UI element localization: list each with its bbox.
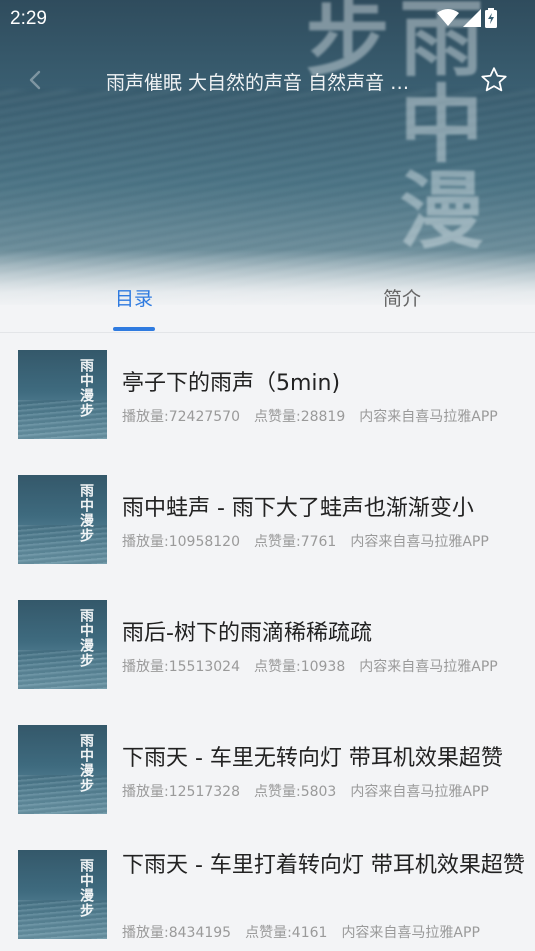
status-time: 2:29 [10,8,47,29]
thumbnail-text: 雨中漫步 [78,858,94,918]
track-title: 雨后-树下的雨滴稀稀疏疏 [122,621,372,646]
track-item[interactable]: 雨中漫步 下雨天 - 车里打着转向灯 带耳机效果超赞 播放量:8434195 点赞… [0,832,535,951]
page-title: 雨声催眠 大自然的声音 自然声音 … [106,72,410,94]
play-count: 播放量:8434195 [122,925,232,941]
thumbnail-text: 雨中漫步 [78,733,94,793]
header-cover-background: 雨中漫步 [0,0,535,305]
status-icons [437,8,497,28]
track-thumbnail: 雨中漫步 [18,350,107,439]
track-meta: 播放量:72427570 点赞量:28819 内容来自喜马拉雅APP [122,406,512,426]
tab-catalog[interactable]: 目录 [92,284,176,311]
play-count: 播放量:12517328 [122,784,240,800]
like-count: 点赞量:7761 [253,534,337,550]
play-count: 播放量:15513024 [122,659,240,675]
content-source: 内容来自喜马拉雅APP [341,925,480,941]
content-source: 内容来自喜马拉雅APP [359,659,498,675]
tab-bar: 目录 简介 [0,268,535,333]
screen: 雨中漫步 2:29 雨声催眠 大自然的声音 自然声音 … 目录 简介 雨中漫步 … [0,0,535,951]
top-nav: 雨声催眠 大自然的声音 自然声音 … [0,52,535,106]
track-thumbnail: 雨中漫步 [18,475,107,564]
content-source: 内容来自喜马拉雅APP [350,534,489,550]
status-bar: 2:29 [0,0,535,38]
content-source: 内容来自喜马拉雅APP [359,409,498,425]
track-meta: 播放量:12517328 点赞量:5803 内容来自喜马拉雅APP [122,781,503,801]
track-item[interactable]: 雨中漫步 雨中蛙声 - 雨下大了蛙声也渐渐变小 播放量:10958120 点赞量:… [0,457,535,582]
battery-icon [485,8,497,28]
like-count: 点赞量:28819 [253,409,346,425]
tab-active-indicator [113,327,155,331]
track-thumbnail: 雨中漫步 [18,725,107,814]
track-meta: 播放量:15513024 点赞量:10938 内容来自喜马拉雅APP [122,656,512,676]
arrow-left-icon [29,70,41,90]
content-source: 内容来自喜马拉雅APP [350,784,489,800]
signal-icon [463,9,481,27]
thumbnail-text: 雨中漫步 [78,358,94,418]
wifi-icon [437,9,459,26]
play-count: 播放量:72427570 [122,409,240,425]
track-meta: 播放量:8434195 点赞量:4161 内容来自喜马拉雅APP [122,922,494,942]
thumbnail-text: 雨中漫步 [78,608,94,668]
track-title: 雨中蛙声 - 雨下大了蛙声也渐渐变小 [122,496,474,521]
tab-intro[interactable]: 简介 [360,284,444,311]
track-title: 下雨天 - 车里无转向灯 带耳机效果超赞 [122,746,503,771]
track-title: 下雨天 - 车里打着转向灯 带耳机效果超赞 [122,853,525,878]
track-meta: 播放量:10958120 点赞量:7761 内容来自喜马拉雅APP [122,531,503,551]
track-item[interactable]: 雨中漫步 下雨天 - 车里无转向灯 带耳机效果超赞 播放量:12517328 点赞… [0,707,535,832]
track-thumbnail: 雨中漫步 [18,600,107,689]
track-item[interactable]: 雨中漫步 雨后-树下的雨滴稀稀疏疏 播放量:15513024 点赞量:10938 内… [0,582,535,707]
like-count: 点赞量:4161 [245,925,328,941]
track-list: 雨中漫步 亭子下的雨声（5min) 播放量:72427570 点赞量:28819 内… [0,332,535,951]
track-item[interactable]: 雨中漫步 亭子下的雨声（5min) 播放量:72427570 点赞量:28819 内… [0,332,535,457]
track-thumbnail: 雨中漫步 [18,850,107,939]
track-title: 亭子下的雨声（5min) [122,371,341,396]
like-count: 点赞量:10938 [253,659,346,675]
favorite-button[interactable] [476,62,512,98]
like-count: 点赞量:5803 [253,784,337,800]
play-count: 播放量:10958120 [122,534,240,550]
back-button[interactable] [18,62,54,98]
star-outline-icon [481,67,507,92]
thumbnail-text: 雨中漫步 [78,483,94,543]
